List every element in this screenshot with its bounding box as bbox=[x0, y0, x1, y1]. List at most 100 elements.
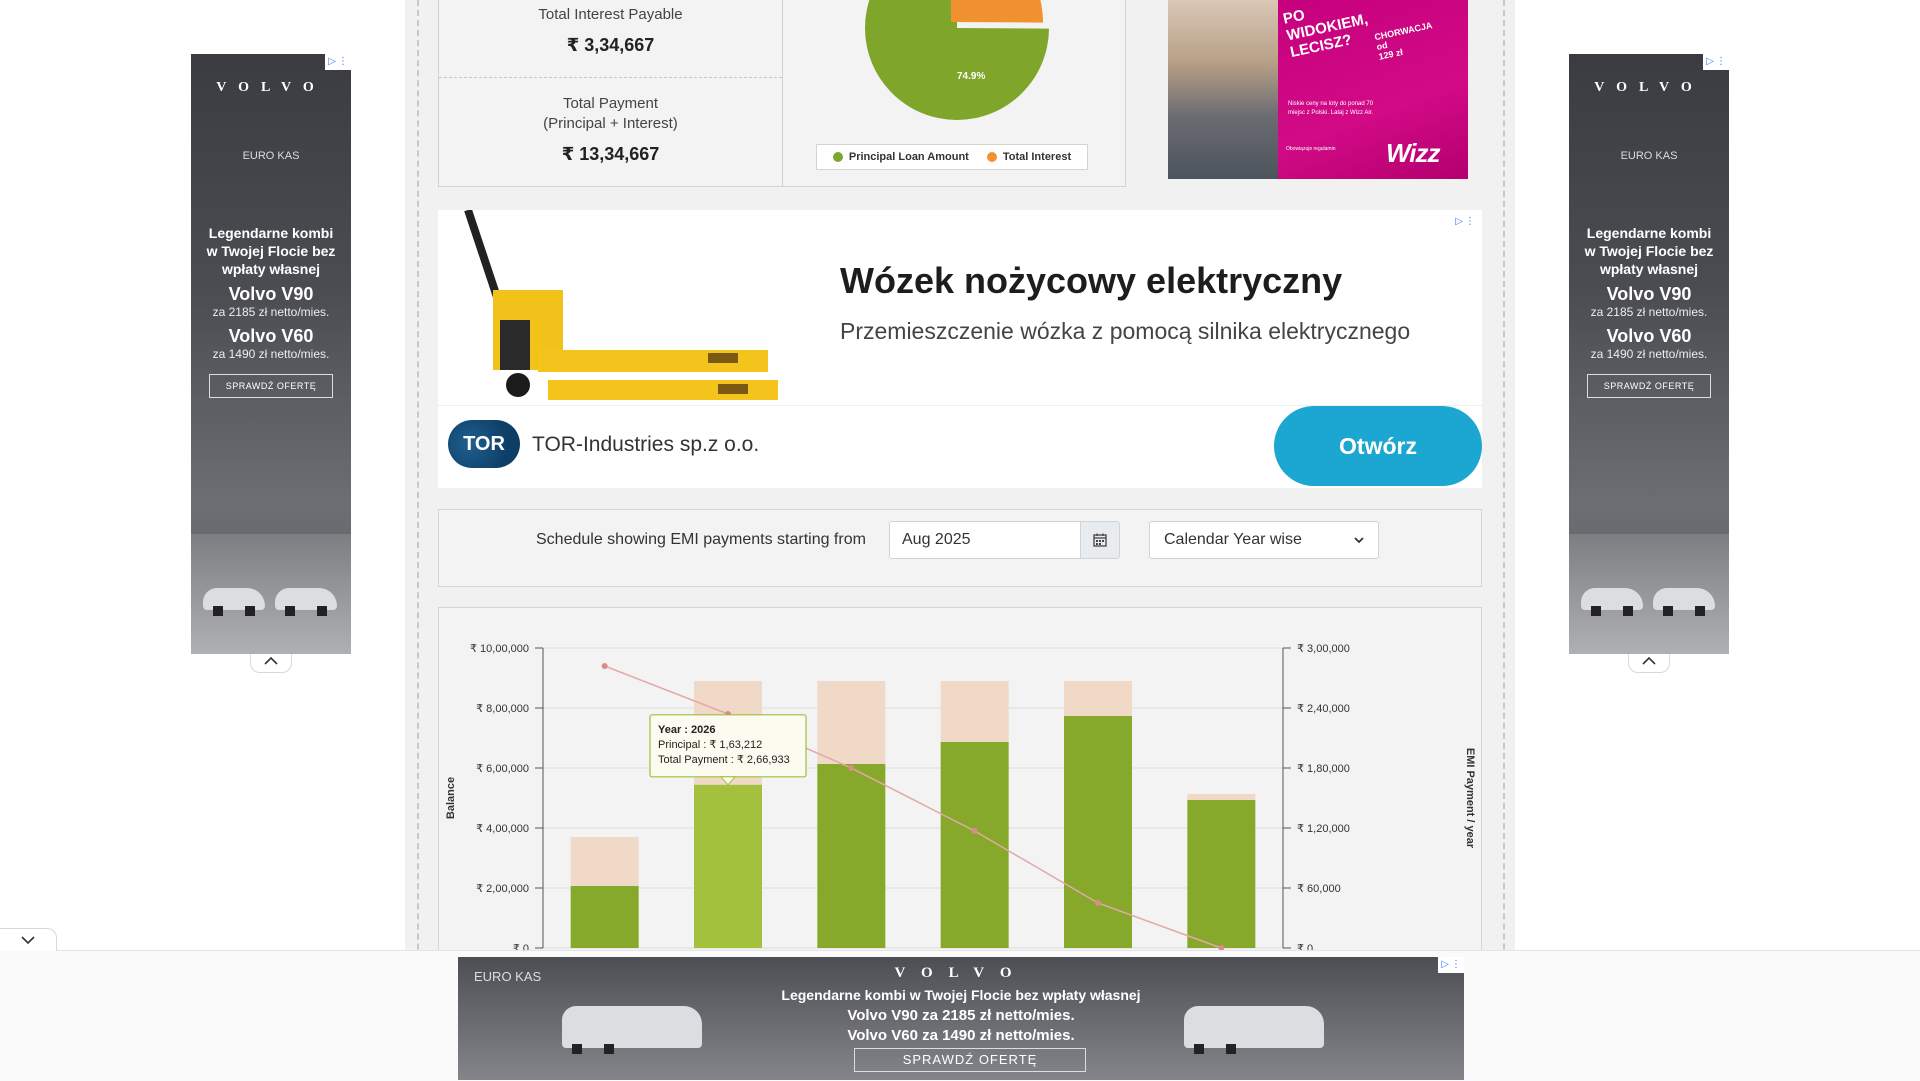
wizz-ad-terms: Obowiązuje regulamin bbox=[1286, 146, 1336, 152]
car-image bbox=[203, 588, 265, 616]
pallet-truck-illustration bbox=[464, 210, 778, 400]
calendar-button[interactable] bbox=[1080, 521, 1120, 559]
tor-industries-ad[interactable]: Wózek nożycowy elektryczny Przemieszczen… bbox=[438, 210, 1482, 488]
schedule-controls: Schedule showing EMI payments starting f… bbox=[438, 509, 1482, 587]
calendar-icon bbox=[1093, 533, 1107, 547]
chevron-up-icon bbox=[264, 656, 278, 665]
interest-value: ₹ 3,34,667 bbox=[566, 35, 655, 55]
legend-principal[interactable]: Principal Loan Amount bbox=[832, 151, 969, 163]
collapse-left-ad-button[interactable] bbox=[250, 654, 292, 673]
ad-menu-icon[interactable]: ⋮ bbox=[1451, 958, 1461, 972]
toggle-sticky-ad-button[interactable] bbox=[0, 928, 57, 951]
volvo-ad-right-headline: Legendarne kombi w Twojej Flocie bez wpł… bbox=[1584, 225, 1714, 277]
schedule-type-value: Calendar Year wise bbox=[1164, 531, 1302, 548]
legend-interest-dot bbox=[986, 152, 997, 162]
wizz-ad-offer: CHORWACJA od 129 zł bbox=[1373, 20, 1434, 62]
balance-point-2027 bbox=[848, 765, 855, 771]
emi-schedule-chart: ₹ 0 ₹ 2,00,000 ₹ 4,00,000 ₹ 6,00,000 ₹ 8,00,… bbox=[438, 607, 1482, 959]
volvo-ad-right-cars bbox=[1569, 534, 1729, 654]
balance-point-2025 bbox=[601, 663, 608, 669]
pie-percent-label: 74.9% bbox=[957, 71, 985, 82]
balance-point-2029 bbox=[1095, 900, 1101, 906]
collapse-right-ad-button[interactable] bbox=[1628, 654, 1670, 673]
volvo-ad-right-model1: Volvo V90 bbox=[1606, 284, 1692, 304]
right-axis-tick-label: ₹ 2,40,000 bbox=[1297, 703, 1350, 715]
bar-principal-2027 bbox=[817, 764, 886, 948]
volvo-ad-left-cta[interactable]: SPRAWDŹ OFERTĘ bbox=[209, 374, 333, 398]
left-axis-tick-label: ₹ 6,00,000 bbox=[476, 763, 529, 775]
bar-principal-2026 bbox=[694, 784, 762, 948]
volvo-ad-right-dealer: EURO KAS bbox=[1620, 150, 1678, 162]
chart-svg: ₹ 0₹ 2,00,000₹ 4,00,000₹ 6,00,000₹ 8,00,… bbox=[445, 643, 1476, 955]
volvo-ad-right[interactable]: VOLVO EURO KAS Legendarne kombi w Twojej… bbox=[1569, 54, 1729, 654]
payment-summary: Total Payment (Principal + Interest) ₹ 1… bbox=[439, 94, 782, 165]
summary-values: Total Interest Payable ₹ 3,34,667 Total … bbox=[439, 0, 783, 186]
volvo-ad-bottom-headline: Legendarne kombi w Twojej Flocie bez wpł… bbox=[781, 987, 1141, 1003]
pallet-truck-image bbox=[438, 210, 812, 405]
bar-interest-2029 bbox=[1064, 681, 1132, 716]
volvo-ad-bottom-brand: VOLVO bbox=[894, 965, 1028, 981]
car-image bbox=[275, 588, 337, 616]
volvo-ad-left-model2: Volvo V60 bbox=[228, 326, 314, 346]
right-axis-tick-label: ₹ 60,000 bbox=[1297, 883, 1341, 895]
ad-menu-icon[interactable]: ⋮ bbox=[338, 55, 348, 69]
volvo-ad-left-dealer: EURO KAS bbox=[242, 150, 300, 162]
wizz-ad-headline: PO WIDOKIEM, LECISZ? bbox=[1281, 6, 1370, 62]
right-axis-title: EMI Payment / year bbox=[1464, 748, 1476, 849]
ad-menu-icon[interactable]: ⋮ bbox=[1465, 215, 1475, 229]
ad-menu-icon[interactable]: ⋮ bbox=[1716, 55, 1726, 69]
volvo-ad-left-adchoices[interactable]: ▷ ⋮ bbox=[325, 54, 351, 70]
volvo-ad-left-price1: za 2185 zł netto/mies. bbox=[212, 305, 330, 319]
wizz-ad-fineprint: Niskie ceny na loty do ponad 70 miejsc z… bbox=[1288, 101, 1374, 116]
volvo-ad-left-model1: Volvo V90 bbox=[228, 284, 314, 304]
wizz-ad-panel: PO WIDOKIEM, LECISZ? CHORWACJA od 129 zł… bbox=[1278, 0, 1468, 179]
pie-slice-interest[interactable] bbox=[951, 0, 1043, 23]
schedule-start-date-input[interactable] bbox=[889, 521, 1081, 559]
chevron-down-icon bbox=[1354, 537, 1364, 544]
adchoices-icon[interactable]: ▷ bbox=[1455, 215, 1463, 229]
tor-ad-subtitle: Przemieszczenie wózka z pomocą silnika e… bbox=[840, 318, 1411, 344]
volvo-ad-bottom[interactable]: VOLVO EURO KAS Legendarne kombi w Twojej… bbox=[458, 957, 1464, 1080]
legend-interest[interactable]: Total Interest bbox=[986, 151, 1072, 163]
legend-interest-label: Total Interest bbox=[1002, 151, 1072, 163]
legend-principal-dot bbox=[832, 152, 843, 162]
volvo-ad-left-price2: za 1490 zł netto/mies. bbox=[212, 347, 330, 361]
chevron-down-icon bbox=[21, 936, 35, 945]
car-image bbox=[1581, 588, 1643, 616]
volvo-ad-right-brand: VOLVO bbox=[1594, 80, 1704, 95]
wizz-logo: Wizz bbox=[1386, 138, 1441, 168]
bar-interest-2027 bbox=[817, 681, 886, 764]
volvo-ad-left[interactable]: VOLVO EURO KAS Legendarne kombi w Twojej… bbox=[191, 54, 351, 654]
pie-legend: Principal Loan Amount Total Interest bbox=[816, 144, 1088, 170]
adchoices-icon[interactable]: ▷ bbox=[1706, 55, 1714, 69]
bar-interest-2030 bbox=[1187, 794, 1256, 800]
volvo-ad-right-model2: Volvo V60 bbox=[1606, 326, 1692, 346]
left-axis-tick-label: ₹ 4,00,000 bbox=[476, 823, 529, 835]
volvo-ad-right-adchoices[interactable]: ▷ ⋮ bbox=[1703, 54, 1729, 70]
right-axis-tick-label: ₹ 3,00,000 bbox=[1297, 643, 1350, 655]
legend-principal-label: Principal Loan Amount bbox=[848, 151, 969, 163]
bar-principal-2029 bbox=[1064, 716, 1132, 948]
tooltip-principal: Principal : ₹ 1,63,212 bbox=[658, 739, 762, 751]
adchoices-icon[interactable]: ▷ bbox=[1441, 958, 1449, 972]
volvo-ad-right-price2: za 1490 zł netto/mies. bbox=[1590, 347, 1708, 361]
tor-logo: TOR bbox=[448, 420, 520, 468]
interest-summary: Total Interest Payable ₹ 3,34,667 bbox=[439, 5, 782, 78]
schedule-label: Schedule showing EMI payments starting f… bbox=[536, 531, 866, 548]
volvo-ad-bottom-cta[interactable]: SPRAWDŹ OFERTĘ bbox=[854, 1048, 1086, 1072]
adchoices-icon[interactable]: ▷ bbox=[328, 55, 336, 69]
volvo-ad-bottom-dealer: EURO KAS bbox=[474, 969, 542, 984]
volvo-ad-right-cta[interactable]: SPRAWDŹ OFERTĘ bbox=[1587, 374, 1711, 398]
bar-principal-2025 bbox=[570, 886, 639, 948]
left-axis-title: Balance bbox=[445, 777, 457, 819]
schedule-type-select[interactable]: Calendar Year wise bbox=[1149, 521, 1379, 559]
wizz-air-ad[interactable]: PO WIDOKIEM, LECISZ? CHORWACJA od 129 zł… bbox=[1168, 0, 1468, 179]
right-axis-tick-label: ₹ 1,20,000 bbox=[1297, 823, 1350, 835]
volvo-ad-right-price1: za 2185 zł netto/mies. bbox=[1590, 305, 1708, 319]
tor-company-name: TOR-Industries sp.z o.o. bbox=[532, 433, 760, 456]
car-image bbox=[1184, 1006, 1324, 1054]
volvo-ad-bottom-adchoices[interactable]: ▷ ⋮ bbox=[1438, 957, 1464, 973]
bar-principal-2030 bbox=[1187, 800, 1256, 948]
tor-adchoices[interactable]: ▷ ⋮ bbox=[1452, 214, 1478, 230]
tor-open-button[interactable]: Otwórz bbox=[1274, 406, 1482, 486]
